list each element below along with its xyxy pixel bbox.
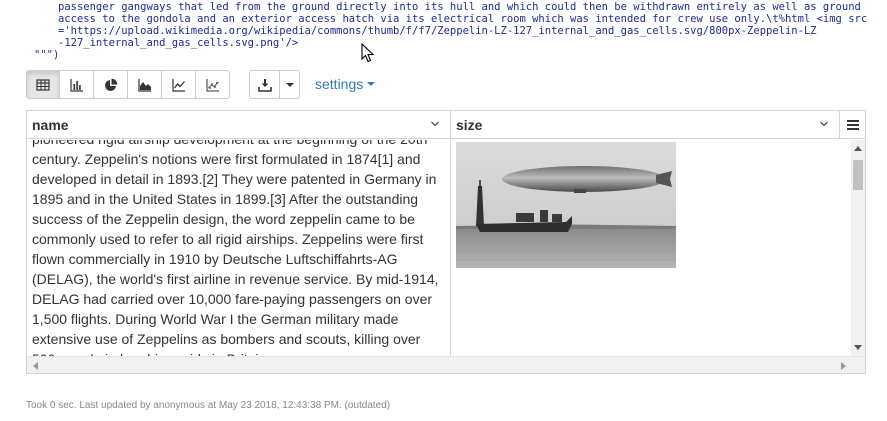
- scroll-down-arrow-icon[interactable]: [854, 345, 862, 351]
- horizontal-scrollbar[interactable]: [27, 356, 865, 373]
- column-header-size[interactable]: size: [451, 111, 840, 139]
- download-button[interactable]: [249, 70, 280, 99]
- scatter-chart-icon: [206, 78, 219, 91]
- scroll-left-arrow-icon[interactable]: [32, 362, 38, 370]
- chevron-down-icon: [285, 82, 294, 87]
- bar-chart-button[interactable]: [60, 70, 94, 99]
- chevron-down-icon[interactable]: [430, 119, 440, 129]
- scrollbar-thumb[interactable]: [853, 160, 863, 190]
- scatter-chart-button[interactable]: [196, 70, 230, 99]
- result-table: name size pioneered rigid airship develo…: [26, 110, 866, 374]
- cell-text: pioneered rigid airship development at t…: [32, 140, 439, 356]
- column-header-label: name: [32, 117, 69, 133]
- visualization-toolbar: [26, 70, 230, 100]
- mouse-cursor-icon: [361, 43, 375, 63]
- table-cell-size[interactable]: [451, 140, 851, 356]
- line-chart-icon: [171, 78, 185, 92]
- column-header-name[interactable]: name: [27, 111, 451, 139]
- column-header-label: size: [456, 117, 483, 133]
- scroll-right-arrow-icon[interactable]: [841, 362, 847, 370]
- code-line: access to the gondola and an exterior ac…: [58, 13, 868, 25]
- table-cell-name[interactable]: pioneered rigid airship development at t…: [27, 140, 451, 356]
- grid-menu-button[interactable]: [840, 111, 865, 139]
- area-chart-icon: [137, 78, 151, 92]
- download-button-group: [249, 70, 300, 100]
- caret-down-icon: [367, 82, 376, 86]
- download-options-dropdown[interactable]: [280, 70, 300, 99]
- code-editor[interactable]: passenger gangways that led from the gro…: [0, 0, 887, 62]
- line-chart-button[interactable]: [162, 70, 196, 99]
- pie-chart-icon: [104, 78, 117, 91]
- table-view-button[interactable]: [26, 70, 60, 99]
- hamburger-menu-icon: [846, 120, 859, 130]
- pie-chart-button[interactable]: [94, 70, 128, 99]
- code-line: ='https://upload.wikimedia.org/wikipedia…: [58, 25, 817, 37]
- download-icon: [257, 78, 272, 92]
- paragraph-status-text: Took 0 sec. Last updated by anonymous at…: [26, 400, 391, 411]
- vertical-scrollbar[interactable]: [851, 140, 865, 356]
- code-line: passenger gangways that led from the gro…: [58, 1, 861, 13]
- code-line: -127_internal_and_gas_cells.svg.png'/>: [58, 37, 299, 49]
- table-header: name size: [27, 111, 865, 139]
- table-icon: [36, 78, 50, 91]
- area-chart-button[interactable]: [128, 70, 162, 99]
- settings-dropdown[interactable]: settings: [315, 76, 376, 92]
- table-body[interactable]: pioneered rigid airship development at t…: [27, 140, 865, 356]
- bar-chart-icon: [69, 78, 83, 92]
- code-line: """): [34, 49, 60, 61]
- settings-label: settings: [315, 76, 364, 92]
- zeppelin-photo: [456, 142, 676, 268]
- chevron-down-icon[interactable]: [819, 119, 829, 129]
- scroll-up-arrow-icon[interactable]: [854, 145, 862, 151]
